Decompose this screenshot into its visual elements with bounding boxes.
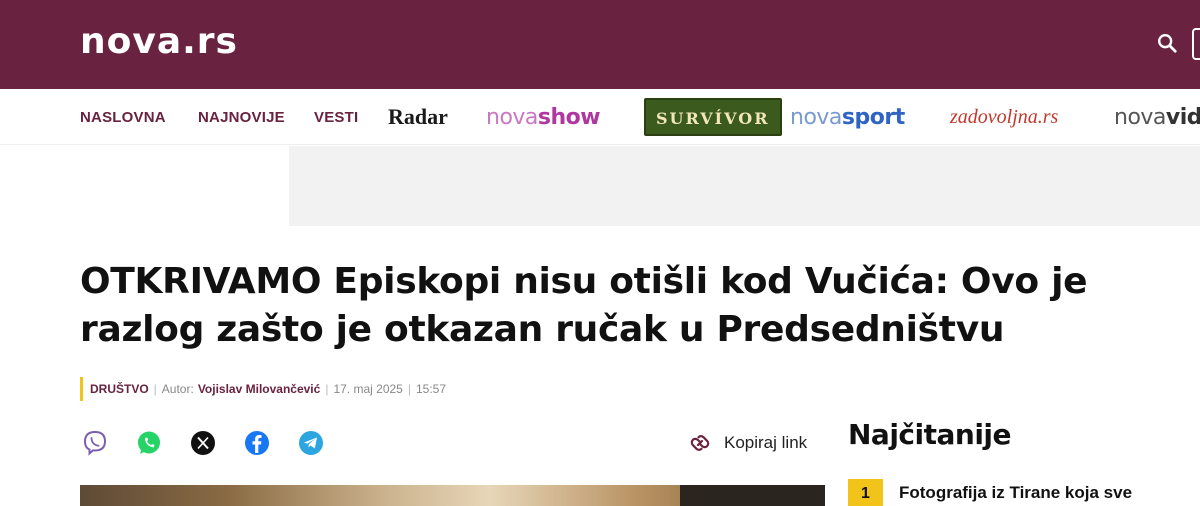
survivor-logo: SURVÍVOR [644, 98, 782, 136]
article-date: 17. maj 2025 [333, 382, 403, 396]
article-category[interactable]: DRUŠTVO [90, 382, 149, 396]
nav-item-radar[interactable]: Radar [388, 89, 448, 145]
site-logo[interactable]: nova.rs [80, 22, 238, 62]
facebook-icon [245, 431, 269, 455]
meta-separator: | [153, 382, 157, 396]
article-hero-image [80, 485, 825, 506]
novasport-logo-part1: nova [790, 104, 842, 130]
nav-item-naslovna[interactable]: NASLOVNA [80, 89, 166, 145]
nav-label: VESTI [314, 108, 359, 126]
article-meta: DRUŠTVO | Autor: Vojislav Milovančević |… [80, 377, 446, 401]
novashow-logo-part1: nova [486, 104, 538, 130]
whatsapp-icon [138, 431, 160, 454]
viber-share-button[interactable] [80, 428, 110, 458]
novavid-logo-part1: nova [1114, 104, 1166, 130]
author-label: Autor: [161, 382, 194, 396]
most-read-rank: 1 [848, 479, 883, 506]
article-time: 15:57 [415, 382, 446, 396]
menu-icon[interactable] [1192, 28, 1200, 60]
meta-separator: | [407, 382, 411, 396]
telegram-share-button[interactable] [296, 428, 326, 458]
viber-icon [83, 430, 107, 456]
article-headline: OTKRIVAMO Episkopi nisu otišli kod Vučić… [80, 261, 1088, 350]
nav-item-zadovoljna[interactable]: zadovoljna.rs [950, 89, 1058, 145]
nav-item-najnovije[interactable]: NAJNOVIJE [198, 89, 285, 145]
nav-item-novashow[interactable]: nova show [486, 89, 601, 145]
most-read-item-title: Fotografija iz Tirane koja sve [899, 483, 1133, 502]
nav-item-novavid[interactable]: nova vid [1114, 89, 1200, 145]
search-button[interactable] [1154, 30, 1180, 56]
nav-label: NAJNOVIJE [198, 108, 285, 126]
radar-logo: Radar [388, 104, 448, 129]
novasport-logo-part2: sport [841, 104, 905, 130]
novashow-logo-part2: show [537, 104, 601, 130]
copy-link-button[interactable]: Kopiraj link [686, 428, 807, 458]
whatsapp-share-button[interactable] [134, 428, 164, 458]
top-header: nova.rs [0, 0, 1200, 89]
copy-link-label: Kopiraj link [724, 433, 808, 452]
most-read-item[interactable]: 1 Fotografija iz Tirane koja sve [848, 479, 1200, 506]
nav-item-novasport[interactable]: nova sport [790, 89, 905, 145]
facebook-share-button[interactable] [242, 428, 272, 458]
article-author[interactable]: Vojislav Milovančević [198, 382, 321, 396]
meta-separator: | [325, 382, 329, 396]
nav-item-survivor[interactable]: SURVÍVOR [644, 89, 782, 145]
search-icon [1158, 34, 1177, 53]
x-icon [191, 431, 215, 455]
nav-label: NASLOVNA [80, 108, 166, 126]
link-icon [690, 435, 710, 451]
main-nav: NASLOVNA NAJNOVIJE VESTI Radar nova show … [0, 89, 1200, 145]
zadovoljna-logo: zadovoljna.rs [950, 105, 1059, 128]
x-share-button[interactable] [188, 428, 218, 458]
share-bar [80, 428, 350, 458]
ad-slot [289, 146, 1200, 226]
most-read-title: Najčitanije [848, 418, 1012, 451]
novavid-logo-part2: vid [1165, 104, 1200, 130]
telegram-icon [299, 431, 323, 455]
nav-item-vesti[interactable]: VESTI [314, 89, 358, 145]
